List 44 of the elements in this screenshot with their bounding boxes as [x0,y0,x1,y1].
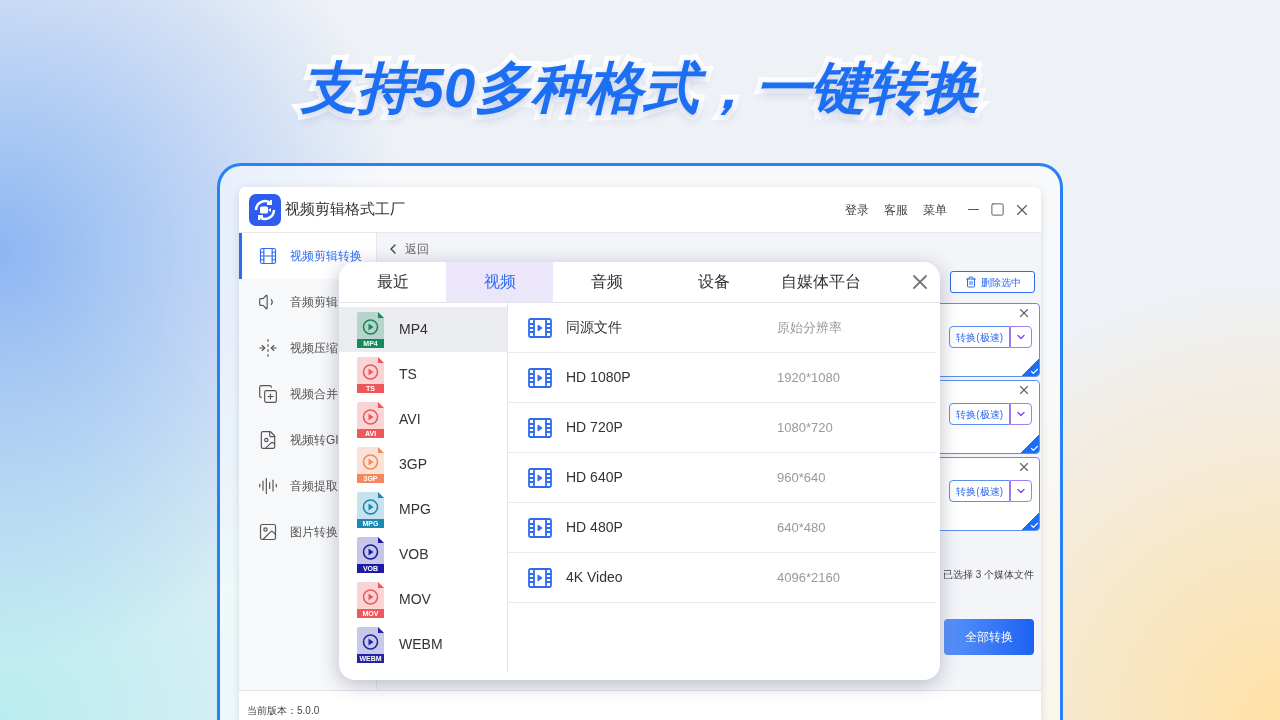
sidebar-item[interactable]: 视频剪辑转换 [239,233,376,279]
version-text: 当前版本：5.0.0 [247,704,320,718]
convert-button[interactable]: 转换(极速) [949,480,1010,502]
merge-icon [258,384,278,404]
remove-icon[interactable] [1017,383,1031,397]
format-tab[interactable]: 视频 [446,262,553,302]
film-play-icon [528,517,552,538]
app-logo [249,193,281,226]
remove-icon[interactable] [1017,306,1031,320]
preset-item[interactable]: 4K Video 4096*2160 [508,553,936,603]
status-text: 已选择 3 个媒体文件 [942,568,1034,582]
app-title: 视频剪辑格式工厂 [285,199,405,220]
dropdown-button[interactable] [1010,403,1032,425]
preset-item[interactable]: HD 640P 960*640 [508,453,936,503]
maximize-icon[interactable] [990,202,1005,217]
convert-button[interactable]: 转换(极速) [949,326,1010,348]
delete-selected-button[interactable]: 删除选中 [950,271,1035,293]
dropdown-button[interactable] [1010,480,1032,502]
waveform-icon [258,476,278,496]
preset-item[interactable]: HD 1080P 1920*1080 [508,353,936,403]
remove-icon[interactable] [1017,460,1031,474]
header-link[interactable]: 登录 [845,200,869,219]
back-link[interactable]: 返回 [405,240,429,258]
film-play-icon [528,467,552,488]
film-play-icon [528,317,552,338]
film-play-icon [528,367,552,388]
headline: 支持50多种格式，一键转换 [300,55,980,121]
image-icon [258,522,278,542]
preset-item[interactable]: HD 480P 640*480 [508,503,936,553]
header-link[interactable]: 菜单 [923,200,947,219]
film-play-icon [528,417,552,438]
film-play-icon [528,567,552,588]
format-tab[interactable]: 自媒体平台 [767,262,874,302]
preset-item[interactable]: 同源文件 原始分辨率 [508,303,936,353]
preset-item[interactable]: HD 720P 1080*720 [508,403,936,453]
convert-all-button[interactable]: 全部转换 [944,619,1034,655]
film-icon [258,246,278,266]
dropdown-button[interactable] [1010,326,1032,348]
convert-button[interactable]: 转换(极速) [949,403,1010,425]
format-tab[interactable]: 设备 [660,262,767,302]
trash-icon [964,276,977,288]
compress-icon [258,338,278,358]
format-tab[interactable]: 音频 [553,262,660,302]
header-link[interactable]: 客服 [884,200,908,219]
